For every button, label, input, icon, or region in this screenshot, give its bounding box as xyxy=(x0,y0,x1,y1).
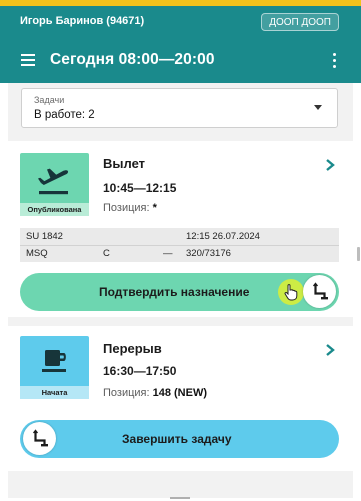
confirm-assignment-label: Подтвердить назначение xyxy=(99,285,250,299)
flight-number: SU 1842 xyxy=(26,231,63,242)
task-title: Вылет xyxy=(103,156,146,171)
user-bar: Игорь Баринов (94671) ДООП ДООП xyxy=(0,6,361,38)
chevron-right-icon[interactable] xyxy=(323,158,337,172)
scrollbar[interactable] xyxy=(357,247,360,261)
chevron-right-icon[interactable] xyxy=(323,343,337,357)
task-time: 10:45—12:15 xyxy=(103,181,177,195)
confirm-assignment-button[interactable]: Подтвердить назначение xyxy=(20,273,339,311)
task-position-value: * xyxy=(152,202,157,214)
hand-pointer-icon xyxy=(284,284,298,301)
task-time: 16:30—17:50 xyxy=(103,364,177,378)
swipe-knob[interactable] xyxy=(303,275,336,308)
task-position-label: Позиция: xyxy=(103,387,150,399)
finish-task-label: Завершить задачу xyxy=(122,432,232,446)
more-vert-icon[interactable] xyxy=(333,53,337,68)
task-position-label: Позиция: xyxy=(103,202,150,214)
airplane-takeoff-icon xyxy=(38,168,69,195)
app-bar: Сегодня 08:00—20:00 xyxy=(0,38,361,83)
menu-icon[interactable] xyxy=(21,54,35,67)
flight-aircraft: 320/73176 xyxy=(186,248,231,259)
task-title: Перерыв xyxy=(103,341,162,356)
finish-task-button[interactable]: Завершить задачу xyxy=(20,420,339,458)
dropdown-arrow-icon xyxy=(314,105,322,110)
task-position-value: 148 (NEW) xyxy=(152,387,208,399)
bottom-handle xyxy=(170,497,190,499)
flight-info-table: SU 1842 12:15 26.07.2024 MSQ C — 320/731… xyxy=(20,228,339,262)
page-title: Сегодня 08:00—20:00 xyxy=(50,51,215,68)
flight-datetime: 12:15 26.07.2024 xyxy=(186,231,260,242)
swipe-knob[interactable] xyxy=(23,422,56,455)
task-card-departure[interactable]: Опубликована Вылет 10:45—12:15 Позиция: … xyxy=(8,141,353,317)
swipe-hand-icon xyxy=(312,282,328,300)
flight-separator: — xyxy=(163,248,173,259)
task-status-badge: Опубликована xyxy=(20,203,89,216)
task-card-break[interactable]: Начата Перерыв 16:30—17:50 Позиция: 148 … xyxy=(8,326,353,471)
table-row: SU 1842 12:15 26.07.2024 xyxy=(20,228,339,246)
task-position: Позиция: 148 (NEW) xyxy=(103,387,207,399)
task-icon-box: Начата xyxy=(20,336,89,399)
org-chip[interactable]: ДООП ДООП xyxy=(261,13,339,31)
user-name: Игорь Баринов (94671) xyxy=(20,15,145,27)
coffee-cup-icon xyxy=(42,350,66,372)
task-filter-value: В работе: 2 xyxy=(34,109,95,121)
task-position: Позиция: * xyxy=(103,202,157,214)
flight-airport: MSQ xyxy=(26,248,48,259)
task-status-badge: Начата xyxy=(20,386,89,399)
task-filter-select[interactable]: Задачи В работе: 2 xyxy=(21,88,338,128)
flight-class: C xyxy=(103,248,110,259)
table-row: MSQ C — 320/73176 xyxy=(20,245,339,262)
task-icon-box: Опубликована xyxy=(20,153,89,216)
swipe-hand-icon xyxy=(32,429,48,447)
task-filter-label: Задачи xyxy=(34,95,65,105)
